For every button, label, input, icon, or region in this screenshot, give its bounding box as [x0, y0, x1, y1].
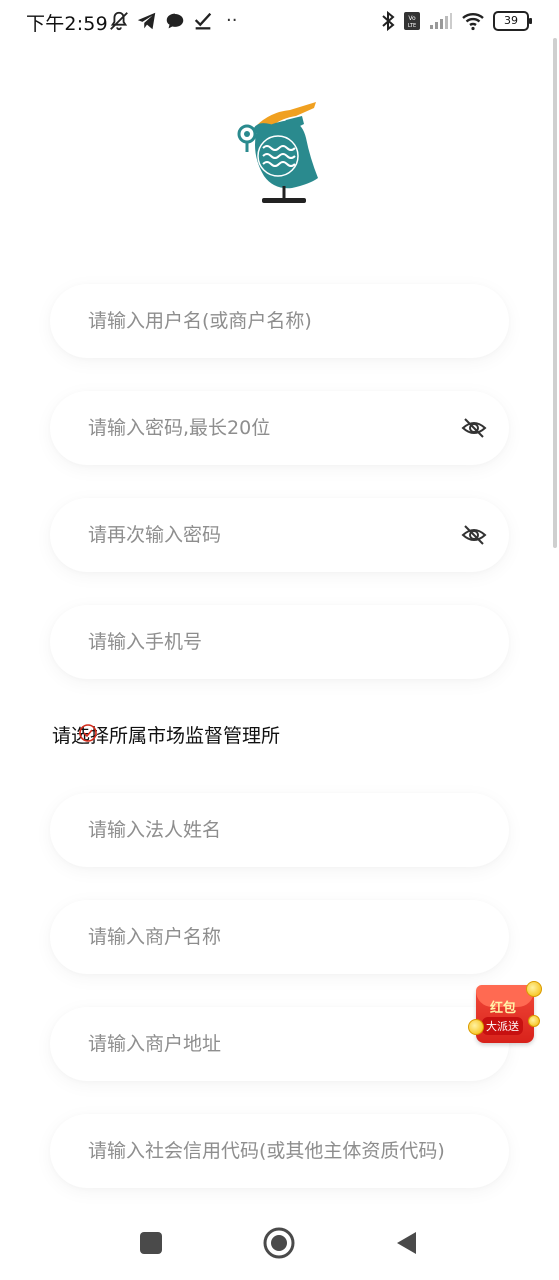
mute-icon: [110, 11, 128, 31]
home-button[interactable]: [263, 1227, 295, 1259]
confirm-password-input[interactable]: [88, 498, 448, 572]
svg-text:LTE: LTE: [408, 23, 416, 29]
telegram-icon: [137, 12, 156, 30]
wifi-icon: [462, 13, 484, 31]
battery-icon: 39: [493, 11, 532, 31]
merchant-name-field[interactable]: [50, 900, 509, 974]
credit-code-input[interactable]: [88, 1114, 508, 1188]
password-input[interactable]: [88, 391, 448, 465]
signal-icon: [430, 13, 452, 29]
red-envelope-title: 红包: [490, 1001, 517, 1016]
system-icons: Vo LTE 39: [381, 10, 532, 32]
recent-apps-button[interactable]: [140, 1232, 162, 1254]
phone-input[interactable]: [88, 605, 448, 679]
battery-level: 39: [504, 14, 518, 27]
back-button[interactable]: [394, 1230, 418, 1256]
svg-text:Vo: Vo: [408, 15, 416, 22]
volte-icon: Vo LTE: [404, 12, 420, 30]
confirm-password-field[interactable]: [50, 498, 509, 572]
red-envelope-button[interactable]: 红包 大派送: [466, 979, 544, 1049]
credit-code-field[interactable]: [50, 1114, 509, 1188]
bluetooth-icon: [382, 10, 395, 32]
chat-icon: [166, 13, 184, 29]
username-field[interactable]: [50, 284, 509, 358]
status-time: 下午2:59: [26, 13, 108, 35]
check-icon: [194, 12, 212, 30]
eye-hidden-icon[interactable]: [461, 415, 487, 441]
scroll-indicator[interactable]: [553, 38, 557, 548]
status-bar: 下午2:59 ·· Vo LTE 39: [0, 0, 559, 42]
phone-field[interactable]: [50, 605, 509, 679]
red-envelope-subtitle: 大派送: [482, 1017, 523, 1035]
coin-icon: [528, 1015, 540, 1027]
navigation-bar: [0, 1208, 559, 1280]
password-field[interactable]: [50, 391, 509, 465]
market-office-select[interactable]: 请选择所属市场监督管理所: [52, 721, 280, 748]
merchant-name-input[interactable]: [88, 900, 448, 974]
legal-person-input[interactable]: [88, 793, 448, 867]
merchant-address-field[interactable]: [50, 1007, 509, 1081]
legal-person-field[interactable]: [50, 793, 509, 867]
more-notifications: ··: [226, 10, 238, 31]
eye-hidden-icon[interactable]: [461, 522, 487, 548]
coin-icon: [468, 1019, 484, 1035]
notification-icons: ··: [108, 9, 237, 33]
username-input[interactable]: [88, 284, 488, 358]
merchant-address-input[interactable]: [88, 1007, 448, 1081]
coin-icon: [526, 981, 542, 997]
app-logo-owl-icon: [237, 102, 318, 203]
